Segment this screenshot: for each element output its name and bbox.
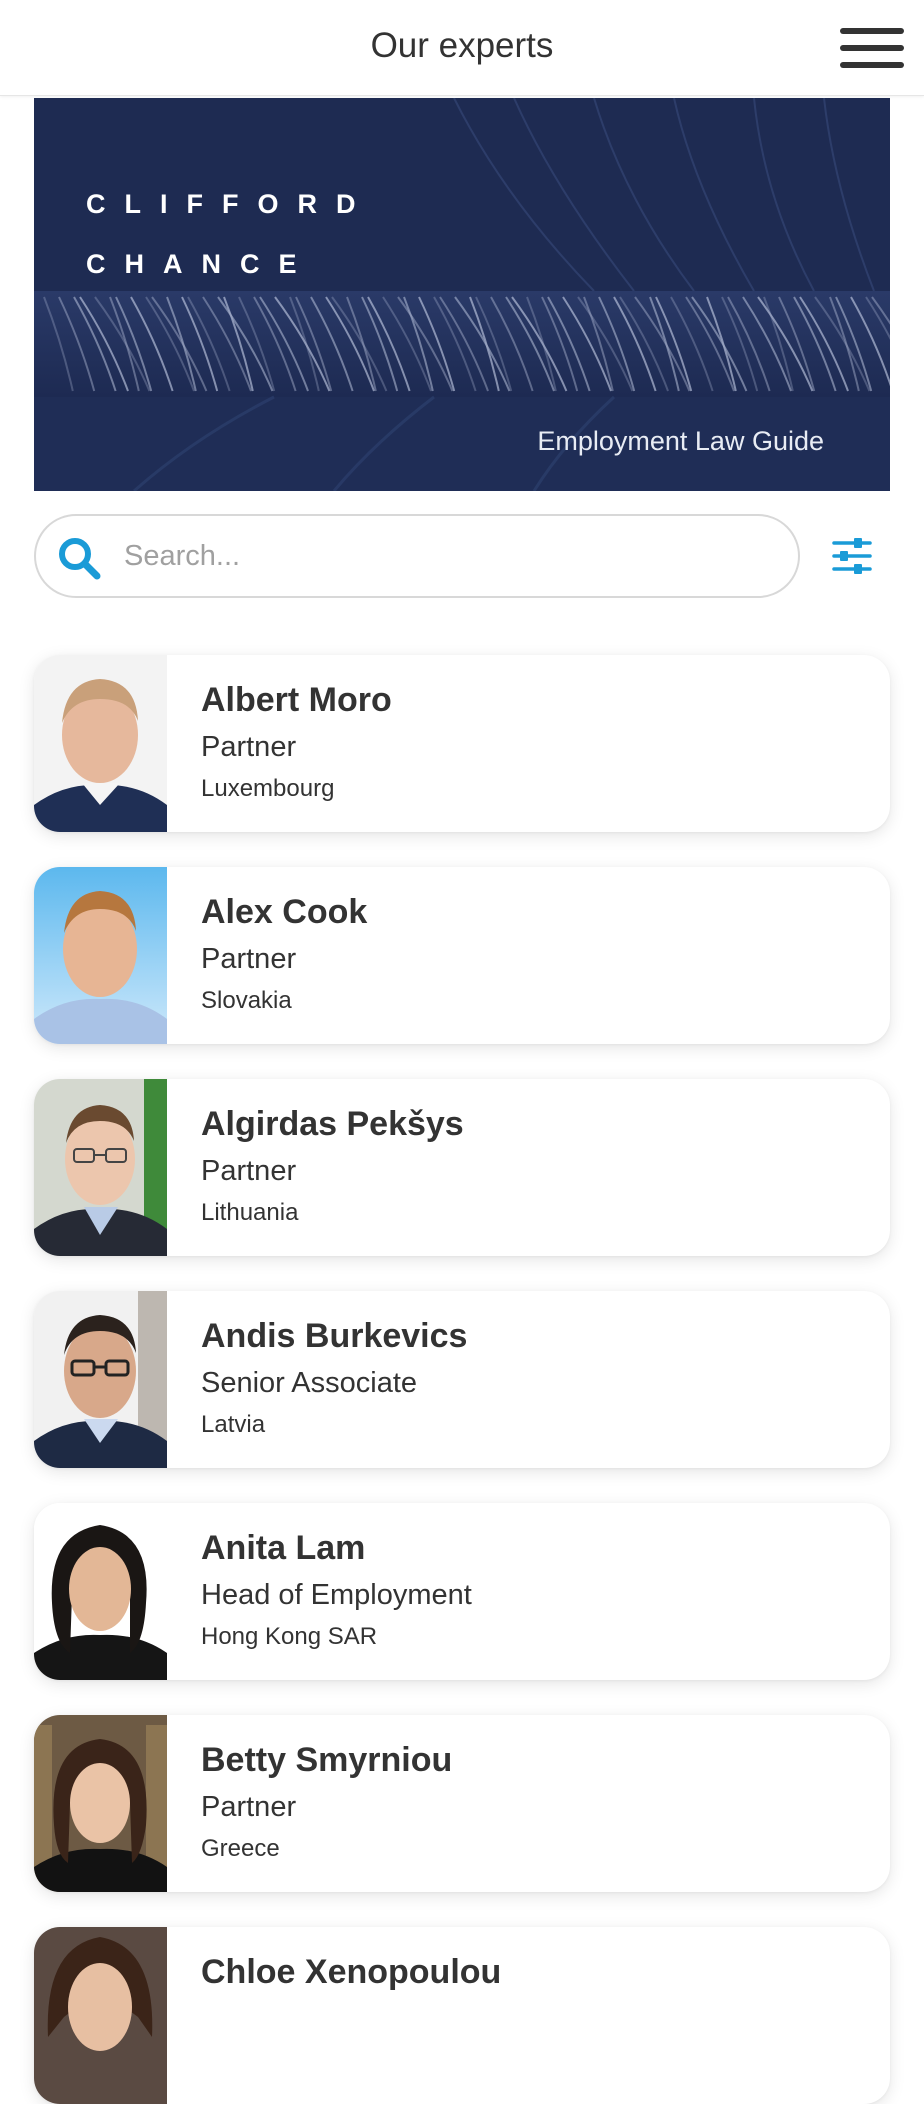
expert-name: Andis Burkevics [201,1317,468,1355]
brand-logo: CLIFFORD CHANCE [86,174,374,294]
expert-card[interactable]: Alex Cook Partner Slovakia [34,867,890,1044]
expert-name: Anita Lam [201,1529,366,1567]
expert-location [201,2043,501,2079]
app-header: Our experts [0,0,924,96]
expert-role: Partner [201,943,297,975]
expert-location: Hong Kong SAR [201,1623,378,1650]
hamburger-menu-icon[interactable] [840,28,904,68]
expert-name: Chloe Xenopoulou [201,1953,502,1991]
hero-banner: CLIFFORD CHANCE Employment Law Guide [34,98,890,491]
brand-line-1: CLIFFORD [86,189,375,219]
expert-role: Partner [201,1155,297,1187]
expert-photo [34,1927,167,2104]
banner-caption: Employment Law Guide [537,426,824,456]
expert-card[interactable]: Chloe Xenopoulou [34,1927,890,2104]
expert-card[interactable]: Betty Smyrniou Partner Greece [34,1715,890,1892]
search-icon [59,538,101,580]
expert-location: Luxembourg [201,775,335,802]
expert-card[interactable]: Anita Lam Head of Employment Hong Kong S… [34,1503,890,1680]
search-row [34,514,890,598]
expert-card[interactable]: Andis Burkevics Senior Associate Latvia [34,1291,890,1468]
expert-card[interactable]: Algirdas Pekšys Partner Lithuania [34,1079,890,1256]
expert-name: Alex Cook [201,893,368,931]
expert-photo [34,1291,167,1468]
expert-location: Latvia [201,1411,266,1438]
expert-card[interactable]: Albert Moro Partner Luxembourg [34,655,890,832]
expert-name: Albert Moro [201,681,392,719]
search-box[interactable] [34,514,800,598]
expert-name: Algirdas Pekšys [201,1105,464,1143]
expert-role: Partner [201,1791,297,1823]
expert-photo [34,1715,167,1892]
expert-location: Greece [201,1835,280,1862]
expert-photo [34,655,167,832]
expert-photo [34,1503,167,1680]
page-title: Our experts [370,25,554,65]
expert-role [201,1999,501,2043]
filter-sliders-icon[interactable] [830,534,874,578]
expert-role: Partner [201,731,297,763]
expert-location: Lithuania [201,1199,299,1226]
expert-role: Senior Associate [201,1367,418,1399]
expert-location: Slovakia [201,987,292,1014]
expert-photo [34,867,167,1044]
search-input[interactable] [124,530,764,582]
expert-name: Betty Smyrniou [201,1741,453,1779]
expert-role: Head of Employment [201,1579,472,1611]
expert-photo [34,1079,167,1256]
brand-line-2: CHANCE [86,249,316,279]
